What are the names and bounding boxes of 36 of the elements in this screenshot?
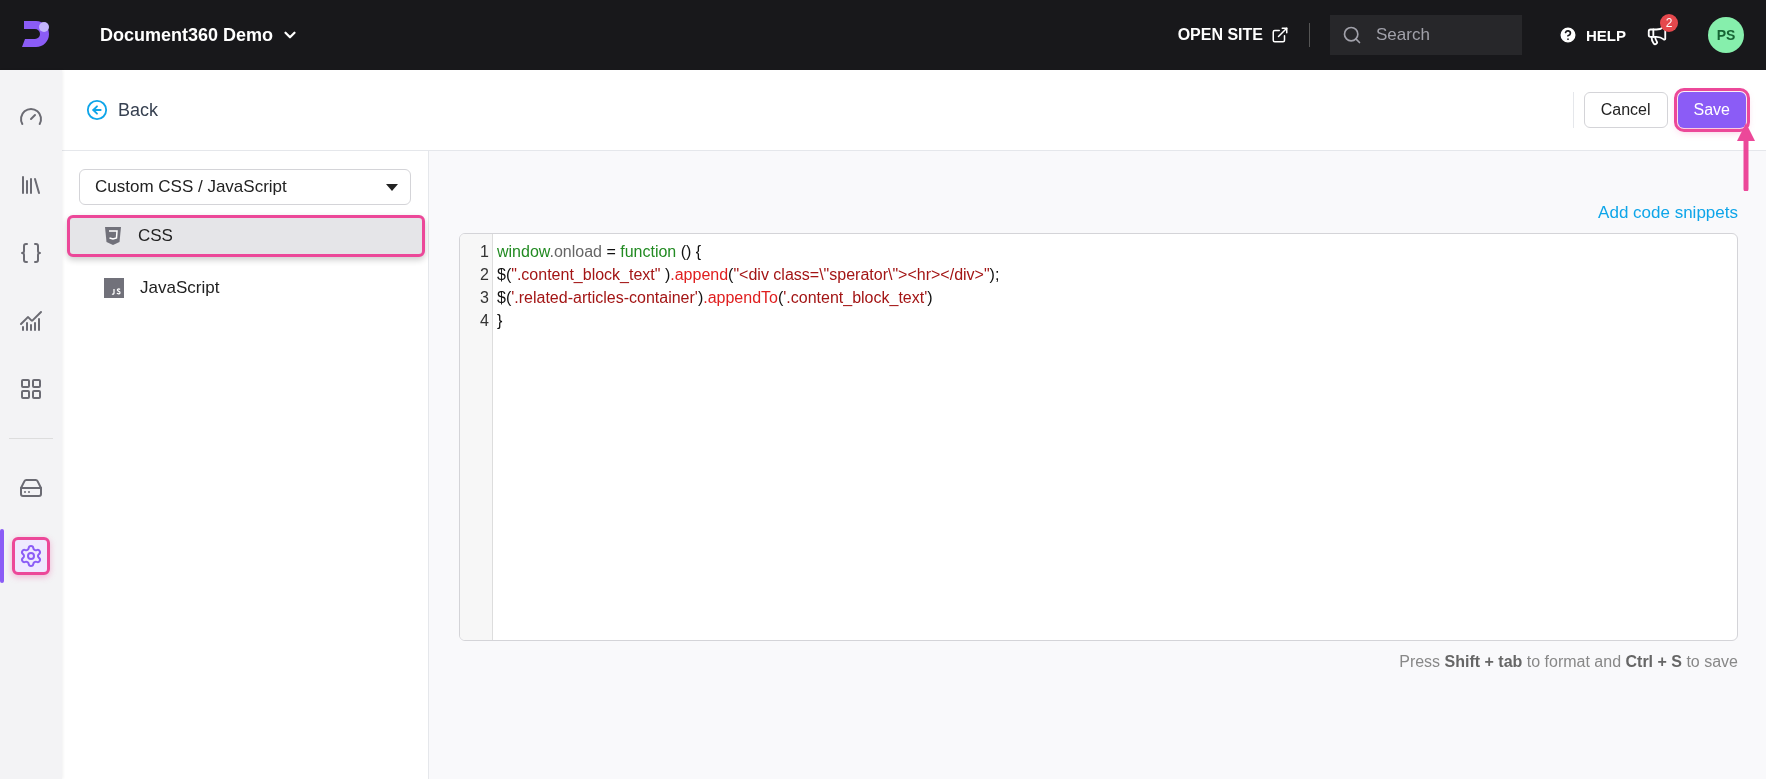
file-type-item[interactable]: CSS xyxy=(67,215,425,257)
pointer-arrow xyxy=(1736,121,1756,191)
rail-button[interactable] xyxy=(12,537,50,575)
open-site-link[interactable]: OPEN SITE xyxy=(1177,26,1289,44)
code-line: } xyxy=(497,311,504,331)
file-type-item[interactable]: JavaScript xyxy=(67,267,425,309)
search-icon xyxy=(1342,25,1362,45)
help-link[interactable]: HELP xyxy=(1558,25,1626,45)
css-shield-icon xyxy=(104,226,122,246)
code-editor[interactable]: 1 2 3 4 window.onload = function () { $(".content_block_text" ).append("<div class=\"sperator\"><hr></div>"); $('.related-articles-container').appendTo('.content_block_text') } xyxy=(459,233,1738,641)
selection-indicator xyxy=(0,529,4,583)
user-avatar[interactable]: PS xyxy=(1708,17,1744,53)
grid-icon xyxy=(19,377,43,401)
cancel-button[interactable]: Cancel xyxy=(1583,92,1668,128)
line-number: 4 xyxy=(479,311,490,331)
code-line: $(".content_block_text" ).append("<div class=\"sperator\"><hr></div>"); xyxy=(497,265,1000,285)
workspace-selector[interactable]: Document360 Demo xyxy=(100,24,300,46)
mode-dropdown[interactable]: Custom CSS / JavaScript xyxy=(79,169,411,205)
drive-icon xyxy=(19,476,43,500)
js-file-icon xyxy=(104,278,124,298)
notification-badge: 2 xyxy=(1660,14,1678,32)
back-link[interactable]: Back xyxy=(86,99,159,121)
line-number: 1 xyxy=(479,242,490,262)
chart-icon xyxy=(19,309,43,333)
shortcut-hint: Press Shift + tab to format and Ctrl + S to save xyxy=(1399,653,1738,671)
settings-icon xyxy=(19,544,43,568)
code-line: $('.related-articles-container').appendTo('.content_block_text') xyxy=(497,288,934,308)
caret-icon xyxy=(386,183,398,191)
search-field[interactable]: Search xyxy=(1330,15,1522,55)
books-icon xyxy=(19,173,43,197)
braces-icon xyxy=(19,241,43,265)
help-icon xyxy=(1558,25,1578,45)
external-link-icon xyxy=(1271,26,1289,44)
line-number: 3 xyxy=(479,288,490,308)
code-line: window.onload = function () { xyxy=(497,242,703,262)
line-number: 2 xyxy=(479,265,490,285)
